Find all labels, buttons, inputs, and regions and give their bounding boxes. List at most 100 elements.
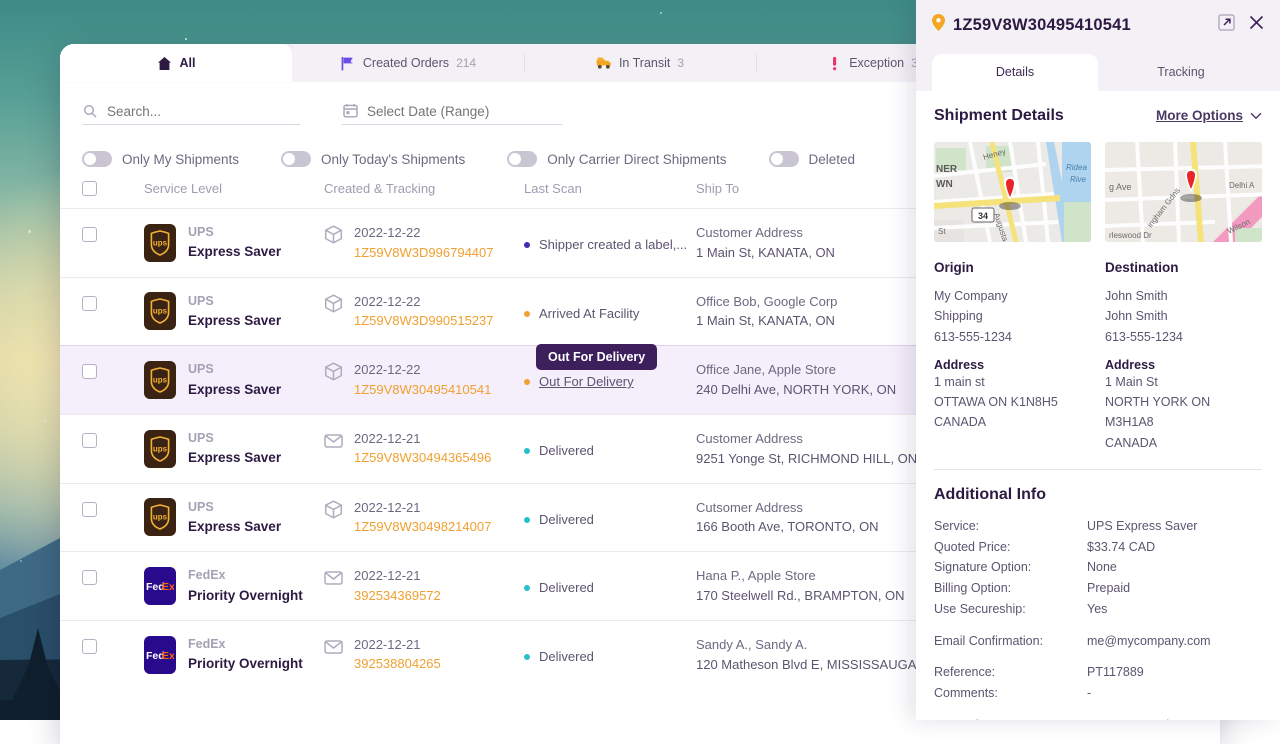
svg-text:ups: ups — [153, 376, 168, 385]
service-level-name: Priority Overnight — [188, 654, 303, 674]
origin-address-heading: Address — [934, 358, 1091, 372]
toggle-only-carrier-direct-shipments[interactable]: Only Carrier Direct Shipments — [507, 151, 726, 167]
cell-created-tracking: 2022-12-221Z59V8W30495410541 — [324, 360, 524, 399]
svg-text:St: St — [938, 227, 946, 236]
additional-info-title: Additional Info — [934, 486, 1262, 504]
drawer-header-actions — [1218, 14, 1264, 36]
cell-service-level: upsUPSExpress Saver — [144, 429, 324, 469]
info-value: Prepaid — [1087, 578, 1130, 599]
toggle-only-my-shipments[interactable]: Only My Shipments — [82, 151, 239, 167]
tracking-number-link[interactable]: 1Z59V8W3D996794407 — [354, 243, 494, 263]
last-scan-status[interactable]: Out For Delivery — [539, 374, 634, 389]
row-checkbox[interactable] — [82, 296, 97, 311]
info-value: PT117889 — [1087, 662, 1144, 683]
date-range-field[interactable] — [367, 104, 557, 119]
service-level-name: Priority Overnight — [188, 586, 303, 606]
search-input-field[interactable] — [107, 104, 297, 119]
toggle-switch[interactable] — [82, 151, 112, 167]
svg-text:rleswood Dr: rleswood Dr — [1109, 231, 1152, 240]
info-value: $33.74 CAD — [1087, 537, 1155, 558]
search-input[interactable] — [82, 103, 300, 125]
shipment-details-header: Shipment Details More Options — [934, 107, 1262, 125]
origin-address-2: OTTAWA ON K1N8H5 — [934, 392, 1091, 412]
destination-map[interactable]: g Ave ingham Gdns rleswood Dr Delhi A Wi… — [1105, 142, 1262, 242]
created-date: 2022-12-21 — [354, 566, 441, 586]
toggle-switch[interactable] — [769, 151, 799, 167]
service-level-name: Express Saver — [188, 311, 281, 331]
select-all-checkbox[interactable] — [82, 181, 97, 196]
tracking-number-link[interactable]: 392534369572 — [354, 586, 441, 606]
cell-service-level: upsUPSExpress Saver — [144, 292, 324, 332]
tab-in-transit[interactable]: In Transit3 — [524, 44, 756, 82]
info-value: me@mycompany.com — [1087, 631, 1211, 652]
last-scan-status: Arrived At Facility — [539, 306, 639, 321]
toggle-switch[interactable] — [281, 151, 311, 167]
row-checkbox[interactable] — [82, 364, 97, 379]
row-checkbox[interactable] — [82, 227, 97, 242]
info-key: Quoted Price: — [934, 537, 1087, 558]
info-row: Comments:- — [934, 683, 1262, 704]
row-checkbox[interactable] — [82, 639, 97, 654]
cell-last-scan: Arrived At Facility — [524, 292, 696, 321]
info-key: Email Confirmation: — [934, 631, 1087, 652]
calendar-icon — [342, 103, 358, 119]
cell-created-tracking: 2022-12-221Z59V8W3D996794407 — [324, 223, 524, 262]
row-checkbox[interactable] — [82, 570, 97, 585]
toggle-switch[interactable] — [507, 151, 537, 167]
cell-last-scan: Shipper created a label,... — [524, 223, 696, 252]
info-row: Use Secureship:Yes — [934, 599, 1262, 620]
service-level-name: Express Saver — [188, 517, 281, 537]
destination-column: Destination John Smith John Smith 613-55… — [1105, 260, 1262, 453]
tab-created-orders[interactable]: Created Orders214 — [292, 44, 524, 82]
last-scan-status: Delivered — [539, 649, 594, 664]
drawer-title-row: 1Z59V8W30495410541 — [932, 14, 1264, 54]
status-dot — [524, 448, 530, 454]
origin-address-3: CANADA — [934, 412, 1091, 432]
tab-count: 3 — [677, 56, 684, 70]
info-key: Use Secureship: — [934, 599, 1087, 620]
shipment-detail-drawer: 1Z59V8W30495410541 DetailsTracking Shipm… — [916, 0, 1280, 720]
svg-text:ups: ups — [153, 238, 168, 247]
svg-text:ups: ups — [153, 513, 168, 522]
status-dot — [524, 517, 530, 523]
box-icon — [324, 294, 343, 313]
last-scan-status: Delivered — [539, 443, 594, 458]
more-options-button[interactable]: More Options — [1156, 108, 1262, 123]
cell-service-level: FedExFedExPriority Overnight — [144, 566, 324, 606]
origin-line-2: Shipping — [934, 306, 1091, 326]
last-scan-status: Shipper created a label,... — [539, 237, 687, 252]
drawer-tab-details[interactable]: Details — [932, 54, 1098, 91]
fedex-logo: FedEx — [144, 636, 176, 674]
toggle-deleted[interactable]: Deleted — [769, 151, 856, 167]
home-icon — [157, 55, 173, 71]
alert-icon — [826, 55, 842, 71]
created-date: 2022-12-22 — [354, 223, 494, 243]
select-all-cell — [82, 181, 144, 196]
tracking-number-link[interactable]: 1Z59V8W30494365496 — [354, 448, 491, 468]
destination-address-3: CANADA — [1105, 433, 1262, 453]
row-checkbox[interactable] — [82, 502, 97, 517]
toggle-only-today-s-shipments[interactable]: Only Today's Shipments — [281, 151, 465, 167]
drawer-tab-tracking[interactable]: Tracking — [1098, 54, 1264, 91]
date-range-input[interactable] — [342, 103, 562, 125]
tracking-number-link[interactable]: 1Z59V8W30498214007 — [354, 517, 491, 537]
ups-logo: ups — [144, 498, 176, 536]
origin-map[interactable]: NER WN Heney Augusta St Ridea Rive St 34 — [934, 142, 1091, 242]
header-last-scan: Last Scan — [524, 181, 696, 196]
status-tooltip: Out For Delivery — [536, 344, 657, 370]
tab-label: Created Orders — [363, 56, 449, 70]
tracking-number-link[interactable]: 392538804265 — [354, 654, 441, 674]
mail-icon — [324, 431, 343, 450]
row-checkbox[interactable] — [82, 433, 97, 448]
cell-last-scan: Delivered — [524, 429, 696, 458]
close-icon[interactable] — [1249, 15, 1264, 35]
info-key: Comments: — [934, 683, 1087, 704]
svg-text:ups: ups — [153, 444, 168, 453]
tab-all[interactable]: All — [60, 44, 292, 82]
open-external-icon[interactable] — [1218, 14, 1235, 36]
tracking-number-link[interactable]: 1Z59V8W30495410541 — [354, 380, 491, 400]
created-date: 2022-12-21 — [354, 498, 491, 518]
row-select-cell — [82, 635, 144, 654]
tracking-number-link[interactable]: 1Z59V8W3D990515237 — [354, 311, 494, 331]
box-icon — [324, 500, 343, 519]
